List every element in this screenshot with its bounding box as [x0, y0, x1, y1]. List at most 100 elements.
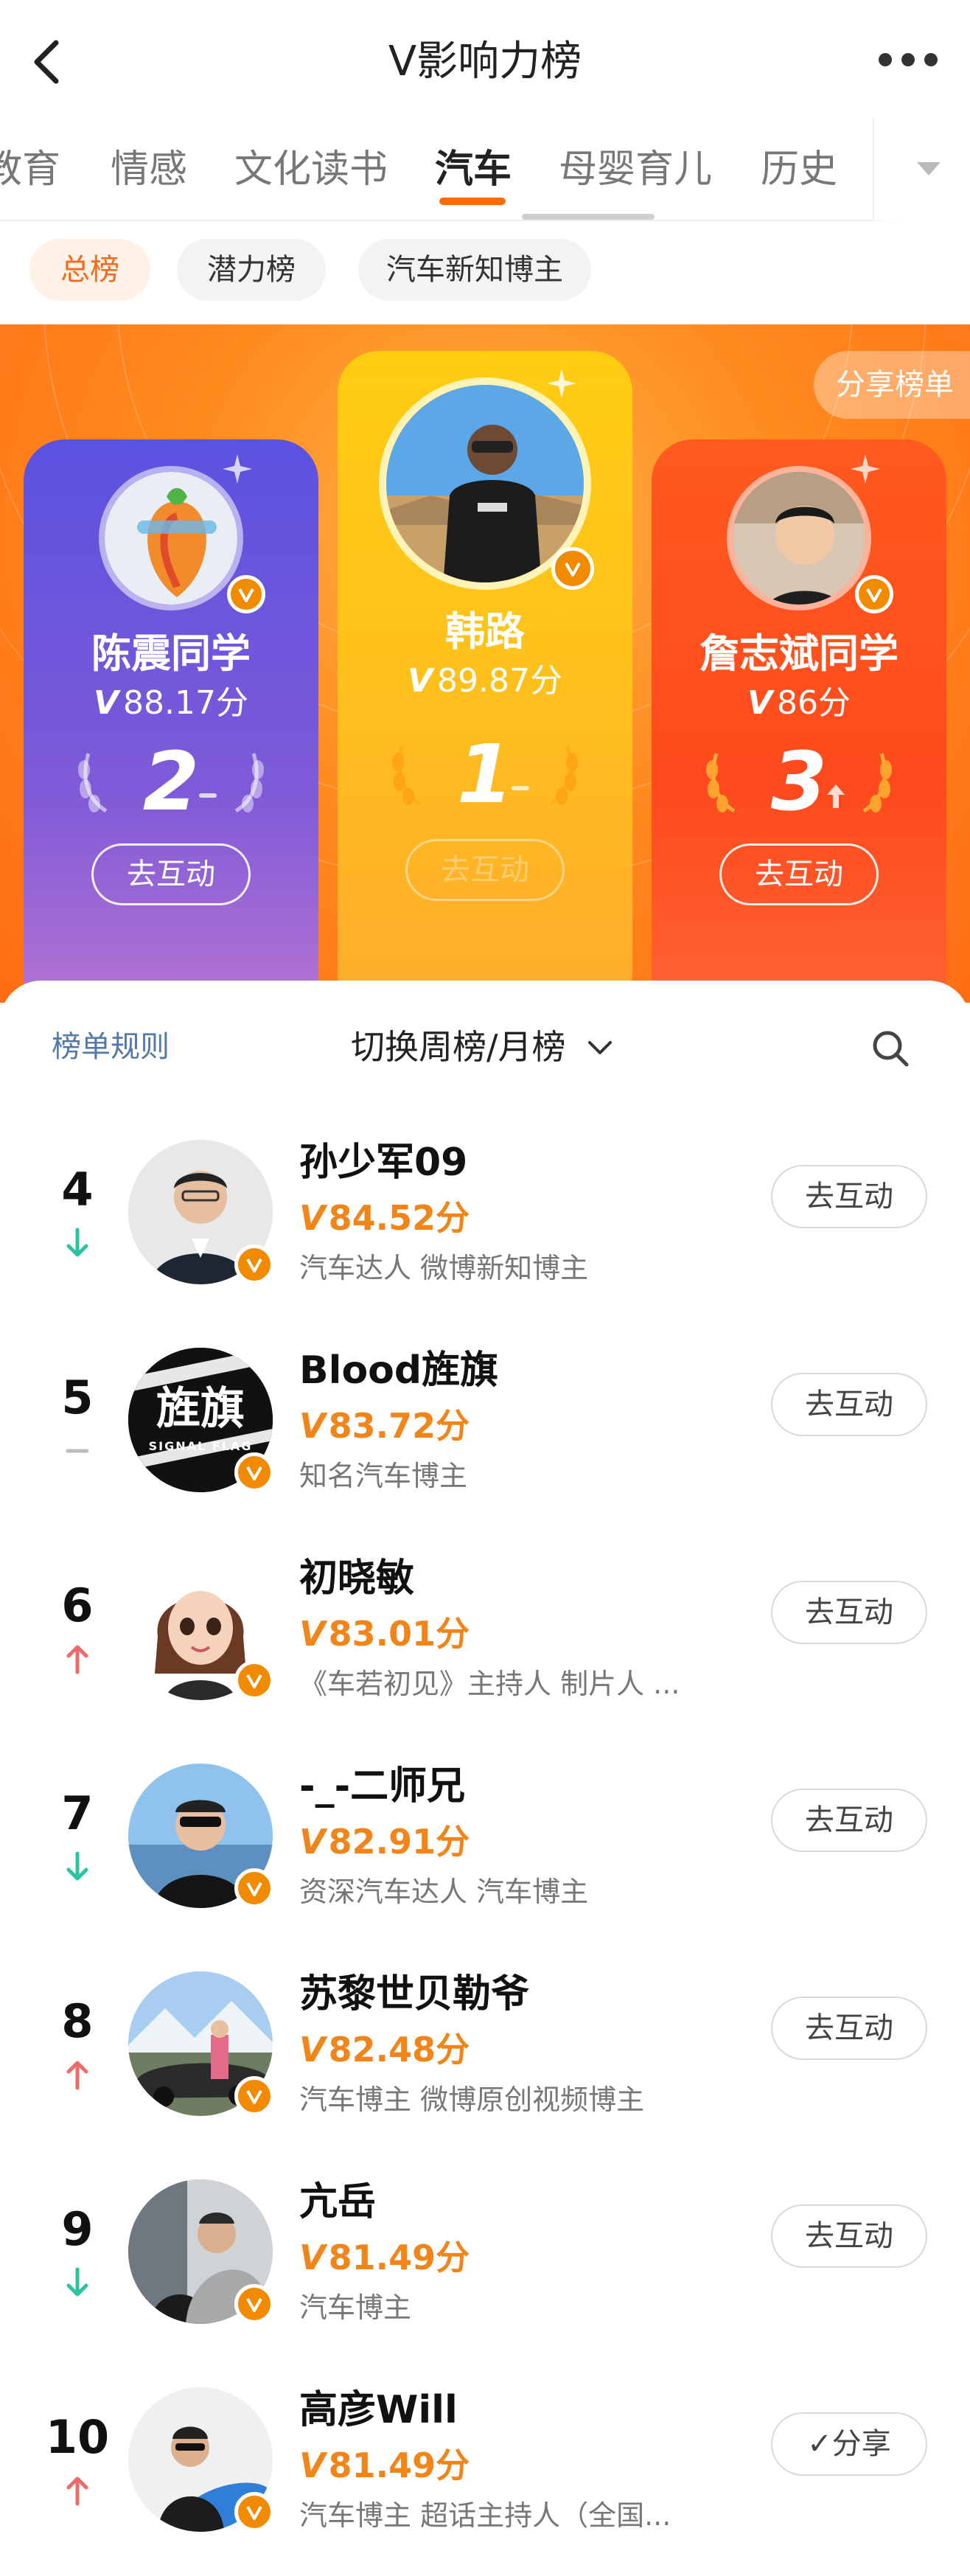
podium-score-value: 86分	[777, 684, 851, 722]
trend-up-icon	[65, 2474, 90, 2507]
blood-logo-subtext: SIGNAL FLAG	[148, 1439, 253, 1453]
avatar[interactable]	[99, 466, 243, 610]
v-score-icon: V	[299, 2238, 326, 2277]
ranking-list-panel: 榜单规则 切换周榜/月榜 4 孙少军09 V84.52分 汽车达人 微博新知博主…	[0, 981, 970, 2576]
list-item[interactable]: 4 孙少军09 V84.52分 汽车达人 微博新知博主 去互动	[0, 1121, 970, 1329]
blogger-name[interactable]: Blood旌旗	[299, 1345, 498, 1396]
verified-badge-icon	[227, 575, 265, 613]
trend-up-icon	[826, 783, 846, 810]
nav-bar: V影响力榜	[0, 0, 970, 118]
podium-card-rank-2[interactable]: 陈震同学 V 88.17分 2 去互动	[24, 439, 318, 1003]
share-button[interactable]: ✓分享	[771, 2412, 927, 2476]
chip-new-auto-blogger[interactable]: 汽车新知博主	[358, 239, 591, 301]
list-item[interactable]: 10 高彦Will V81.49分 汽车博主 超话主持人（全国... ✓分享	[0, 2368, 970, 2576]
list-item[interactable]: 5 旌旗 SIGNAL FLAG Blood旌旗 V83.72分 知名汽车博主 …	[0, 1329, 970, 1536]
blogger-name[interactable]: 苏黎世贝勒爷	[299, 1968, 529, 2020]
influence-score: V81.49分	[299, 2234, 470, 2281]
score-value: 83.01分	[328, 1614, 470, 1654]
tab-emotion[interactable]: 情感	[111, 140, 187, 199]
list-item[interactable]: 6 初晓敏 V83.01分 《车若初见》主持人 制片人 ... 去互动	[0, 1536, 970, 1744]
rank-number: 7	[61, 1786, 94, 1840]
avatar[interactable]	[727, 466, 871, 610]
interact-button[interactable]: 去互动	[771, 1165, 927, 1228]
podium-rank: 2	[142, 734, 200, 829]
verified-badge-icon	[234, 2492, 274, 2532]
interact-button[interactable]: 去互动	[771, 1581, 927, 1644]
search-icon[interactable]	[870, 1028, 911, 1069]
podium-rank: 3	[770, 734, 828, 829]
interact-button[interactable]: 去互动	[771, 2204, 927, 2268]
ranking-rules-link[interactable]: 榜单规则	[52, 1025, 170, 1069]
influence-score: V81.49分	[299, 2442, 470, 2489]
more-icon[interactable]	[879, 53, 938, 71]
sparkle-icon	[547, 369, 576, 398]
chip-potential[interactable]: 潜力榜	[177, 239, 326, 301]
chevron-down-icon[interactable]	[587, 1038, 613, 1057]
sparkle-icon	[851, 454, 880, 484]
score-value: 84.52分	[328, 1198, 470, 1238]
verified-badge-icon	[234, 1245, 274, 1284]
blogger-name[interactable]: 初晓敏	[299, 1553, 414, 1604]
list-item[interactable]: 9 亢岳 V81.49分 汽车博主 去互动	[0, 2160, 970, 2368]
podium-card-rank-3[interactable]: 詹志斌同学 V 86分 3 去互动	[652, 439, 946, 1003]
rank-number: 9	[61, 2202, 94, 2256]
tab-education[interactable]: 教育	[0, 140, 60, 199]
interact-button[interactable]: 去互动	[771, 1789, 927, 1852]
blogger-name[interactable]: 亢岳	[299, 2176, 376, 2228]
page-title: V影响力榜	[388, 38, 582, 86]
verified-badge-icon	[234, 1452, 274, 1492]
blogger-name[interactable]: -_-二师兄	[299, 1761, 465, 1812]
blogger-description: 资深汽车达人 汽车博主	[299, 1876, 589, 1908]
rank-number: 6	[61, 1578, 94, 1632]
v-score-icon: V	[93, 684, 119, 722]
podium-section: 分享榜单 陈震同学 V 88.17分 2 去互动 韩路 V 89.87分 1 去…	[0, 324, 970, 1003]
trend-same-icon	[65, 1435, 90, 1467]
podium-score: V 88.17分	[24, 681, 318, 725]
influence-score: V83.01分	[299, 1610, 470, 1657]
influence-score: V84.52分	[299, 1194, 470, 1242]
chevron-down-icon[interactable]	[914, 158, 943, 180]
interact-button[interactable]: 去互动	[719, 843, 879, 905]
podium-card-rank-1[interactable]: 韩路 V 89.87分 1 去互动	[338, 351, 632, 1003]
score-value: 81.49分	[328, 2238, 470, 2277]
influence-score: V82.48分	[299, 2026, 470, 2073]
rank-number: 8	[61, 1994, 94, 2048]
trend-up-icon	[65, 2058, 90, 2091]
period-switch[interactable]: 切换周榜/月榜	[351, 1022, 566, 1072]
tab-culture-reading[interactable]: 文化读书	[234, 140, 388, 199]
podium-name: 陈震同学	[91, 630, 251, 677]
tab-parenting[interactable]: 母婴育儿	[559, 140, 712, 199]
rank-number: 10	[45, 2410, 110, 2464]
score-value: 82.91分	[328, 1822, 470, 1862]
active-tab-indicator	[439, 198, 506, 205]
interact-button[interactable]: 去互动	[771, 1997, 927, 2060]
podium-name: 詹志斌同学	[699, 630, 899, 677]
blogger-description: 汽车博主	[299, 2291, 412, 2324]
laurel-right-icon	[231, 748, 265, 814]
list-item[interactable]: 8 苏黎世贝勒爷 V82.48分 汽车博主 微博原创视频博主 去互动	[0, 1952, 970, 2160]
tab-auto[interactable]: 汽车	[435, 140, 512, 199]
share-ranking-button[interactable]: 分享榜单	[814, 351, 970, 419]
blood-logo-text: 旌旗	[156, 1383, 245, 1435]
score-value: 81.49分	[328, 2446, 470, 2485]
interact-button[interactable]: 去互动	[771, 1373, 927, 1436]
blogger-description: 汽车博主 微博原创视频博主	[299, 2084, 645, 2116]
blogger-name[interactable]: 孙少军09	[299, 1137, 467, 1188]
tab-history[interactable]: 历史	[761, 140, 837, 199]
laurel-right-icon	[859, 748, 893, 814]
blogger-description: 汽车达人 微博新知博主	[299, 1252, 589, 1284]
blogger-name[interactable]: 高彦Will	[299, 2384, 458, 2436]
podium-score-value: 89.87分	[437, 662, 563, 700]
trend-same-icon	[199, 793, 217, 798]
interact-button[interactable]: 去互动	[405, 839, 565, 901]
blogger-description: 汽车博主 超话主持人（全国...	[299, 2499, 671, 2532]
interact-button[interactable]: 去互动	[91, 843, 251, 905]
trend-up-icon	[65, 1643, 90, 1675]
chip-overall[interactable]: 总榜	[29, 239, 150, 301]
verified-badge-icon	[551, 547, 594, 590]
verified-badge-icon	[855, 575, 893, 613]
verified-badge-icon	[234, 1660, 274, 1700]
score-value: 83.72分	[328, 1406, 470, 1446]
list-item[interactable]: 7 -_-二师兄 V82.91分 资深汽车达人 汽车博主 去互动	[0, 1744, 970, 1952]
trend-down-icon	[65, 2266, 90, 2299]
